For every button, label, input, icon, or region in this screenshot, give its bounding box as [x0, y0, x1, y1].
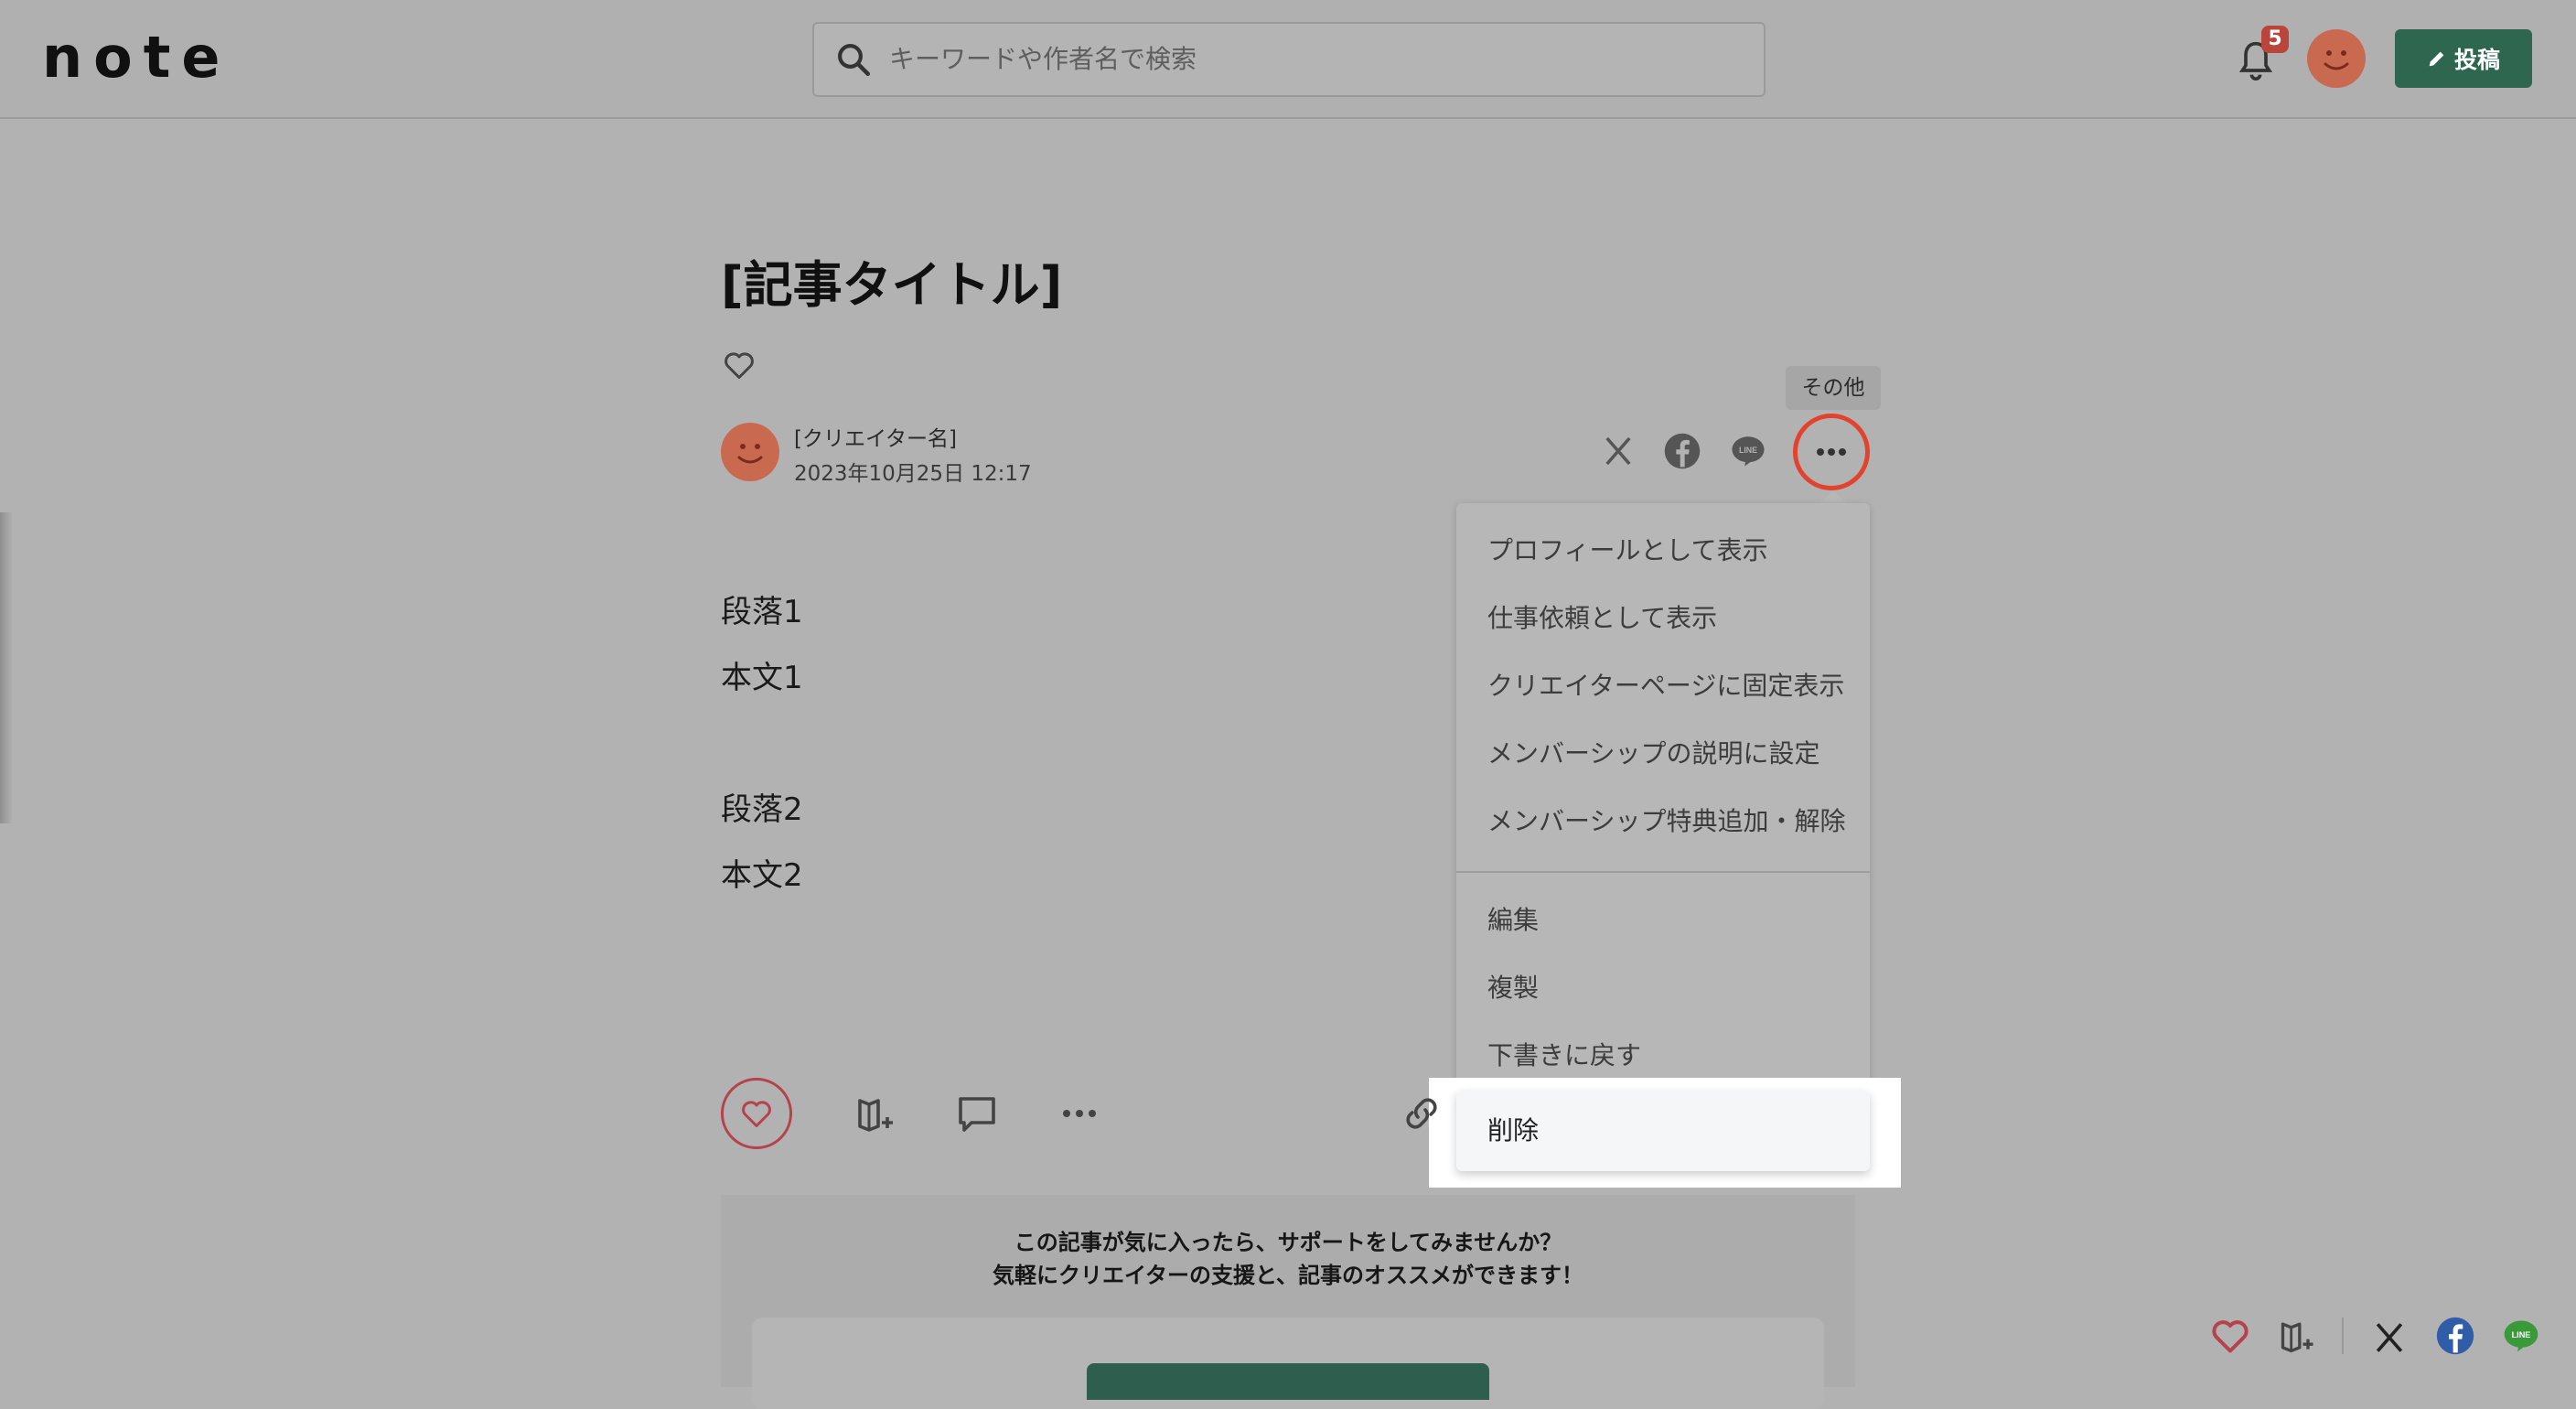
facebook-share-icon[interactable] [1663, 432, 1701, 470]
paragraph-body: 本文1 [721, 660, 803, 696]
smiley-icon [2324, 50, 2349, 70]
svg-text:LINE: LINE [2512, 1330, 2531, 1339]
menu-item-set-membership-description[interactable]: メンバーシップの説明に設定 [1487, 736, 1819, 772]
ellipsis-icon [1817, 448, 1846, 456]
more-options-button[interactable] [1793, 414, 1870, 490]
post-button[interactable]: 投稿 [2395, 29, 2532, 88]
heart-icon[interactable] [2210, 1316, 2250, 1356]
menu-item-revert-to-draft[interactable]: 下書きに戻す [1487, 1038, 1641, 1074]
facebook-share-icon[interactable] [2435, 1316, 2475, 1356]
paragraph-heading: 段落2 [721, 791, 803, 828]
publish-date: 2023年10月25日 12:17 [794, 462, 1032, 486]
search-input[interactable]: キーワードや作者名で検索 [812, 22, 1766, 97]
post-button-label: 投稿 [2453, 47, 2500, 73]
menu-divider [1456, 871, 1870, 873]
user-avatar[interactable] [2307, 29, 2366, 88]
add-to-magazine-icon[interactable] [2278, 1316, 2318, 1356]
heart-icon [742, 1101, 771, 1127]
pencil-icon [2429, 51, 2444, 67]
paragraph-body: 本文2 [721, 857, 803, 894]
line-share-icon[interactable]: LINE [2501, 1316, 2541, 1356]
link-icon[interactable] [1400, 1092, 1444, 1135]
comment-icon[interactable] [955, 1092, 999, 1135]
support-message-line2: 気軽にクリエイターの支援と、記事のオススメができます！ [992, 1263, 1584, 1288]
notification-badge: 5 [2261, 26, 2289, 53]
menu-item-pin-to-creator-page[interactable]: クリエイターページに固定表示 [1487, 668, 1844, 704]
menu-item-delete-label: 削除 [1487, 1115, 1540, 1145]
menu-item-show-as-job-request[interactable]: 仕事依頼として表示 [1487, 600, 1717, 637]
menu-item-membership-benefit[interactable]: メンバーシップ特典追加・解除 [1487, 803, 1845, 840]
menu-item-show-as-profile[interactable]: プロフィールとして表示 [1487, 532, 1768, 569]
search-placeholder: キーワードや作者名で検索 [889, 44, 1197, 74]
author-name[interactable]: [クリエイター名] [794, 421, 957, 452]
menu-item-duplicate[interactable]: 複製 [1487, 970, 1539, 1006]
add-to-magazine-icon[interactable] [854, 1092, 898, 1135]
x-share-icon[interactable] [1599, 432, 1637, 470]
menu-item-edit[interactable]: 編集 [1487, 902, 1539, 939]
article-title: [記事タイトル] [721, 256, 1063, 314]
line-share-icon[interactable]: LINE [1729, 432, 1767, 470]
heart-icon[interactable] [723, 350, 756, 381]
author-avatar[interactable] [721, 423, 779, 481]
support-message-line1: この記事が気に入ったら、サポートをしてみませんか？ [1014, 1230, 1562, 1255]
support-button[interactable] [1087, 1363, 1489, 1400]
note-logo[interactable]: note [42, 24, 231, 91]
paragraph-heading: 段落1 [721, 594, 803, 630]
ellipsis-icon[interactable] [1057, 1092, 1101, 1135]
svg-text:LINE: LINE [1739, 446, 1757, 455]
like-button[interactable] [721, 1078, 792, 1149]
left-edge-shadow [0, 512, 13, 823]
menu-item-delete[interactable]: 削除 [1456, 1091, 1870, 1171]
x-share-icon[interactable] [2369, 1318, 2410, 1358]
support-section: この記事が気に入ったら、サポートをしてみませんか？ 気軽にクリエイターの支援と、… [721, 1195, 1855, 1409]
smiley-icon [737, 444, 763, 464]
more-tooltip: その他 [1786, 366, 1881, 410]
search-icon [838, 44, 871, 77]
divider [2342, 1318, 2344, 1354]
